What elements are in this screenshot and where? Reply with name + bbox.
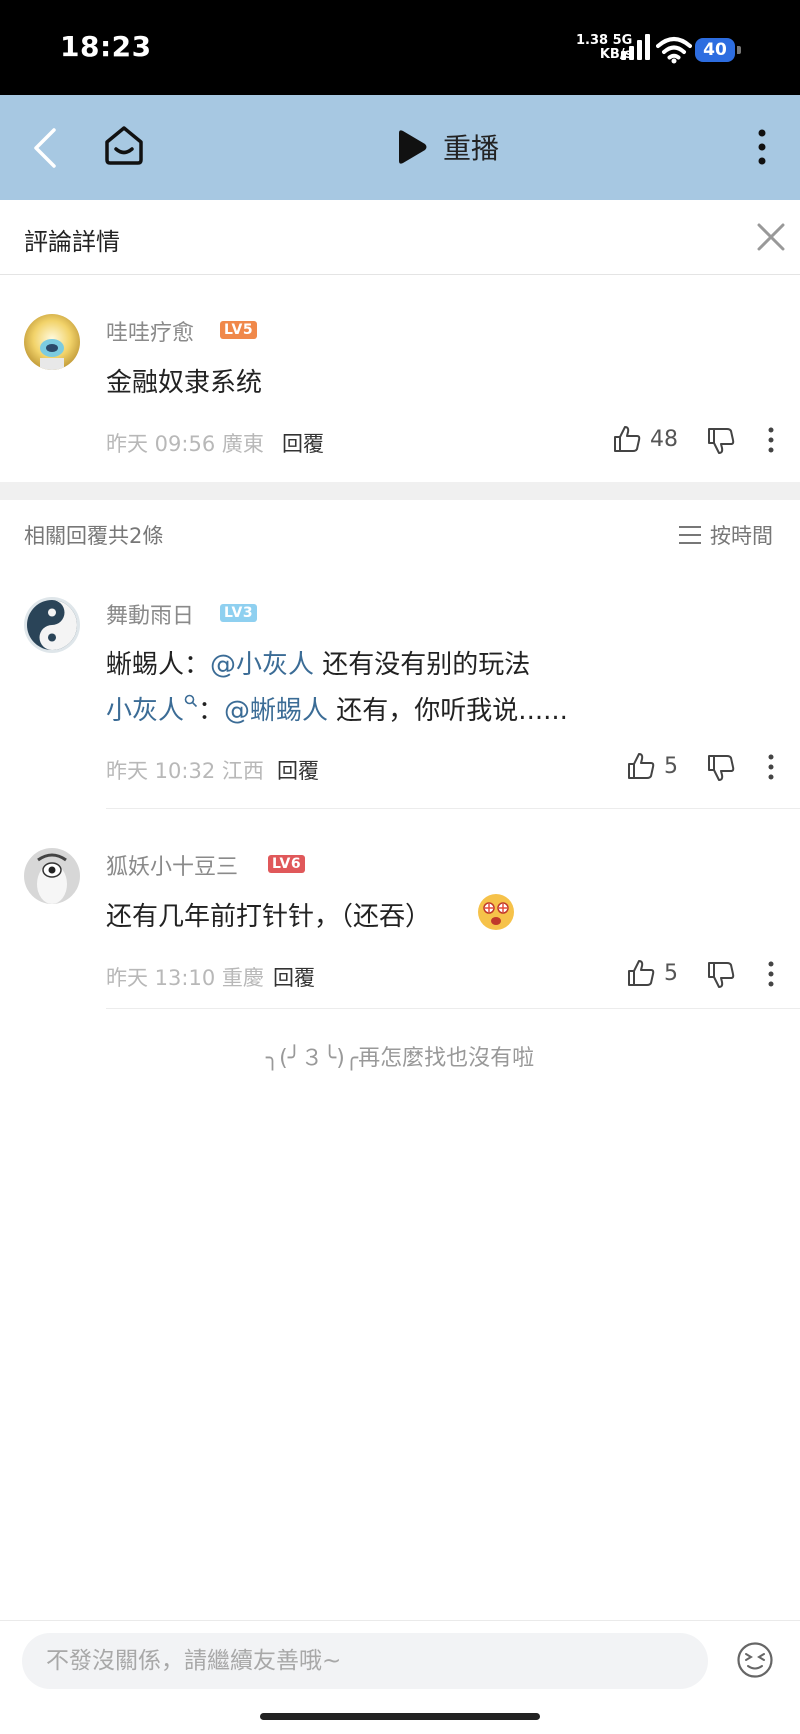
end-of-list-note: ╮(╯３╰)╭再怎麼找也沒有啦 [265,1046,535,1071]
reply-author[interactable]: 小灰人 [106,696,184,726]
mention-link[interactable]: @小灰人 [210,650,314,680]
status-bar: 18:23 1.38 5G KB/s 40 [0,0,800,95]
comment-detail-header: 評論詳情 [0,200,800,275]
thumbs-down-icon[interactable] [706,960,736,990]
play-icon [399,130,427,164]
level-badge: LV3 [220,604,258,622]
list-icon [679,526,701,544]
colon: ： [198,696,225,726]
home-indicator [260,1713,540,1720]
avatar[interactable] [24,848,80,904]
reply-username[interactable]: 舞動雨日 [106,598,194,630]
level-badge: LV5 [220,321,258,339]
reply-button[interactable]: 回覆 [273,962,315,992]
back-arrow-icon[interactable] [30,127,60,169]
avatar[interactable] [24,597,80,653]
reply-button[interactable]: 回覆 [277,755,319,785]
replies-count: 相關回覆共2條 [24,524,164,548]
reply-time: 昨天 10:32 江西 [106,759,264,783]
sort-label: 按時間 [710,524,773,548]
more-vertical-icon[interactable] [766,961,776,987]
section-separator [0,482,800,500]
reply-button[interactable]: 回覆 [282,428,324,458]
avatar[interactable] [24,314,80,370]
signal-icon [621,34,650,60]
status-time: 18:23 [60,30,152,63]
reply-time: 昨天 13:10 重慶 [106,966,264,990]
like-button[interactable]: 5 [626,751,678,781]
reply-line: 小灰人 ：@蜥蜴人 还有，你听我说...... [106,690,568,727]
reply-text: 还有没有别的玩法 [314,650,531,680]
divider [106,1008,800,1009]
like-button[interactable]: 5 [626,958,678,988]
colon: ： [184,650,211,680]
reply-author[interactable]: 蜥蜴人 [106,650,184,680]
page-title: 評論詳情 [24,228,120,256]
reply-line: 蜥蜴人：@小灰人 还有没有别的玩法 [106,644,530,681]
reply-text: 还有几年前打针针，（还吞） [106,902,432,932]
thumbs-up-icon [628,960,655,986]
close-icon[interactable] [756,222,786,252]
like-count: 5 [664,960,678,986]
top-bar: 重播 [0,95,800,200]
wifi-icon [656,37,692,64]
thumbs-down-icon[interactable] [706,753,736,783]
reply-text: 还有，你听我说...... [328,696,568,726]
like-count: 48 [650,426,678,452]
replay-button[interactable]: 重播 [395,127,499,167]
comment-username[interactable]: 哇哇疗愈 [106,315,194,347]
comment-input[interactable] [22,1633,708,1689]
thumbs-up-icon [614,426,641,452]
more-vertical-icon[interactable] [766,427,776,453]
comment-time: 昨天 09:56 廣東 [106,432,264,456]
battery-indicator: 40 [695,38,741,62]
home-icon[interactable] [102,123,146,167]
sort-button[interactable]: 按時間 [678,520,773,550]
divider [106,808,800,809]
level-badge: LV6 [268,855,306,873]
replay-label: 重播 [443,132,500,165]
comment-input-bar [0,1620,800,1734]
emoji-sticker-icon [478,894,514,930]
more-vertical-icon[interactable] [750,125,774,169]
emoji-icon[interactable] [736,1641,774,1679]
like-count: 5 [664,753,678,779]
comment-text: 金融奴隶系统 [106,368,263,398]
thumbs-down-icon[interactable] [706,426,736,456]
more-vertical-icon[interactable] [766,754,776,780]
thumbs-up-icon [628,753,655,779]
reply-username[interactable]: 狐妖小十豆三 [106,849,238,881]
mention-link[interactable]: @蜥蜴人 [224,696,328,726]
search-icon [184,694,198,708]
like-button[interactable]: 48 [612,424,678,454]
